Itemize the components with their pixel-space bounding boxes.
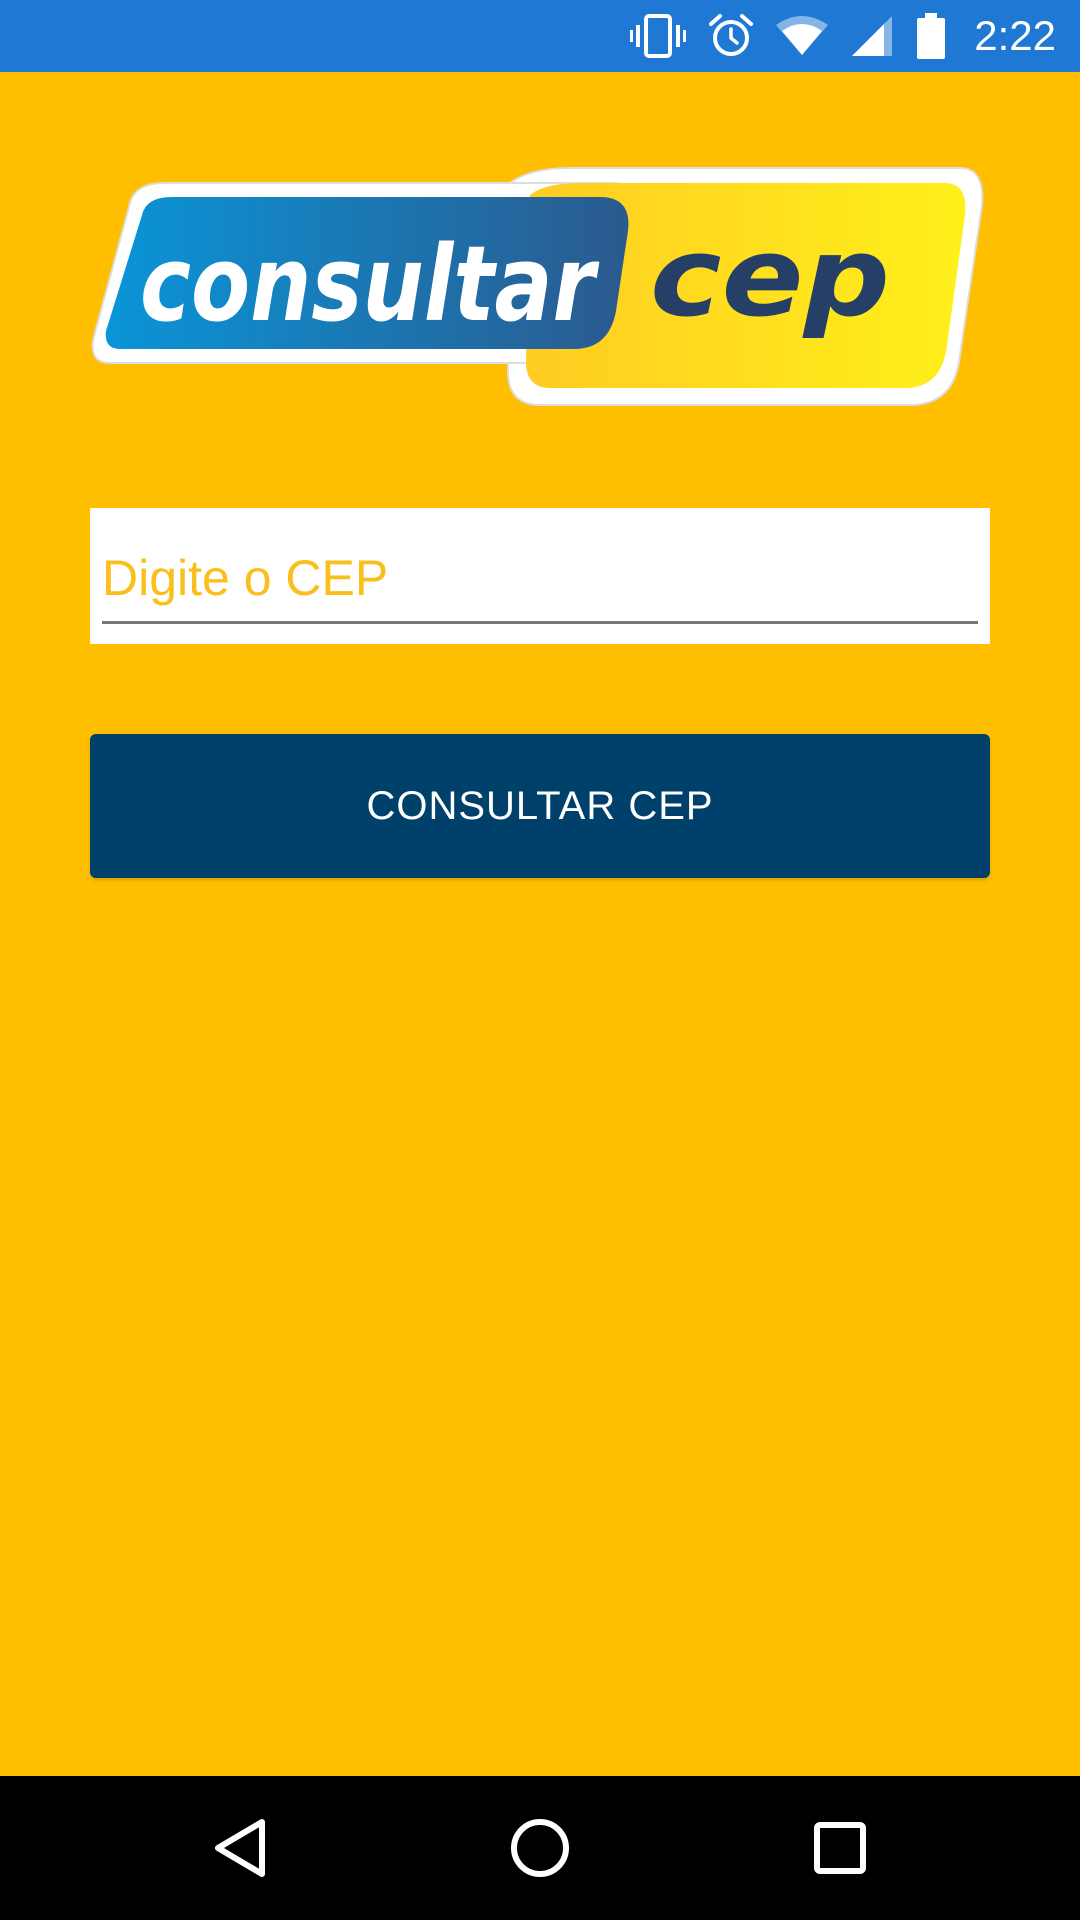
alarm-icon [709,14,754,56]
navigation-bar [0,1776,1080,1920]
status-icons: 2:22 [630,0,1056,72]
status-bar: 2:22 [0,0,1080,72]
cep-input-container [90,508,990,644]
home-button[interactable] [490,1798,590,1898]
vibrate-icon [630,14,687,58]
back-button[interactable] [190,1798,290,1898]
consultar-cep-button[interactable]: CONSULTAR CEP [90,734,990,878]
status-time: 2:22 [974,12,1056,59]
recent-apps-button[interactable] [790,1798,890,1898]
recent-apps-icon [814,1822,866,1874]
wifi-icon [776,16,829,55]
logo-word-cep: cep [650,213,890,341]
logo-word-consultar: consultar [140,223,600,345]
cell-signal-icon [852,16,893,56]
consultar-cep-logo: consultar cep [91,167,984,406]
battery-icon [917,13,946,59]
back-icon [215,1819,265,1877]
app-screen: 2:22 consultar cep CONSULTAR CEP [0,0,1080,1920]
home-icon [511,1819,569,1877]
cep-input[interactable] [102,534,978,624]
